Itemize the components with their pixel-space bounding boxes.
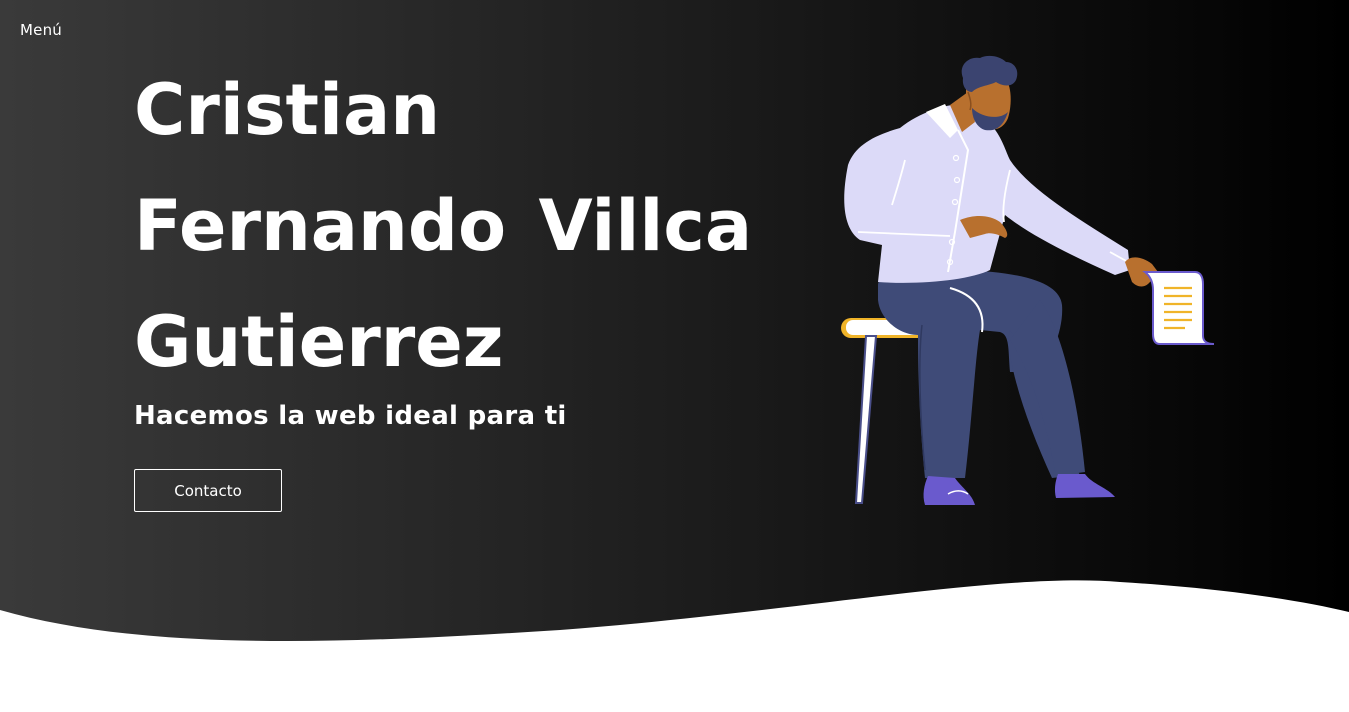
contact-button[interactable]: Contacto — [134, 469, 282, 512]
menu-link[interactable]: Menú — [20, 21, 62, 39]
hero-subtitle: Hacemos la web ideal para ti — [134, 401, 567, 431]
hero-section: Menú Cristian Fernando Villca Gutierrez … — [0, 0, 1349, 712]
shoes-icon — [923, 474, 1115, 505]
stool-icon — [841, 318, 927, 504]
head-icon — [950, 55, 1018, 132]
man-reading-document-illustration — [841, 55, 1215, 505]
document-icon — [1142, 271, 1215, 345]
pants-icon — [878, 269, 1085, 478]
hero-title: Cristian Fernando Villca Gutierrez — [134, 69, 753, 383]
shirt-icon — [844, 104, 1130, 283]
